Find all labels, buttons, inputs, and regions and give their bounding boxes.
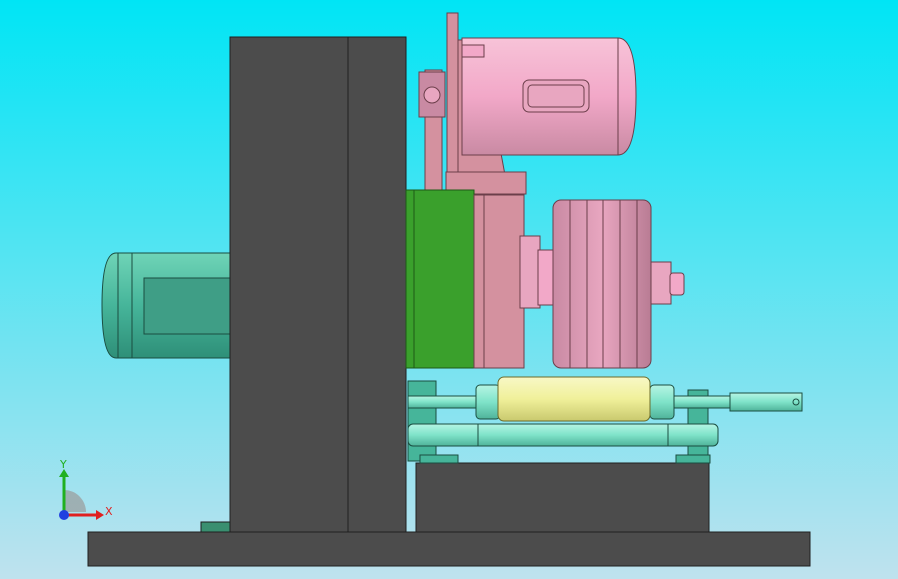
yellow-roller[interactable] bbox=[497, 376, 651, 422]
lower-roller-shaft[interactable] bbox=[407, 423, 719, 447]
cad-scene[interactable] bbox=[0, 0, 898, 579]
triad-origin bbox=[59, 510, 69, 520]
small-foot[interactable] bbox=[200, 521, 232, 533]
left-motor[interactable] bbox=[101, 252, 233, 359]
triad-x-label: X bbox=[105, 505, 113, 518]
lower-block[interactable] bbox=[415, 462, 710, 533]
main-frame[interactable] bbox=[229, 36, 407, 533]
x-axis-arrow-icon bbox=[96, 510, 104, 520]
triad-arc bbox=[64, 490, 86, 512]
top-motor[interactable] bbox=[461, 37, 637, 156]
3d-viewport[interactable]: X Y bbox=[0, 0, 898, 579]
green-plate[interactable] bbox=[405, 189, 475, 369]
triad-y-label: Y bbox=[59, 458, 67, 471]
coordinate-triad: X Y bbox=[59, 458, 113, 520]
base-plate[interactable] bbox=[87, 531, 811, 567]
